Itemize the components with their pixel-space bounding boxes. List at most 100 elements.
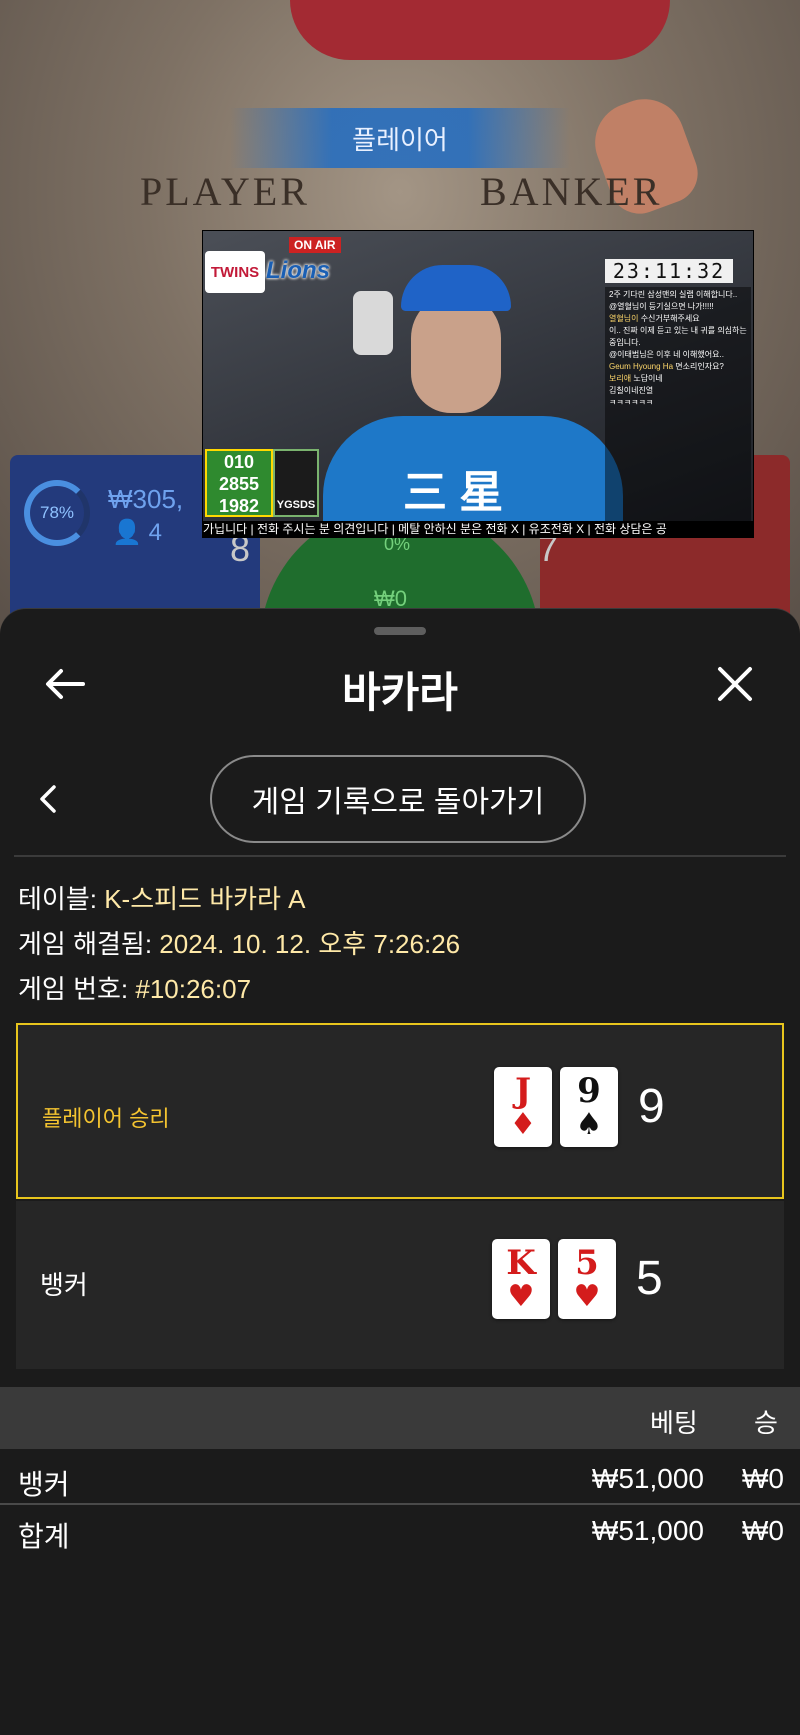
row-bet: ₩51,000 xyxy=(591,1463,704,1494)
player-count: 👤 4 xyxy=(112,518,162,547)
info-table-value: K-스피드 바카라 A xyxy=(104,884,306,914)
sheet-title: 바카라 xyxy=(342,668,458,716)
video-chat: 2주 기다린 삼성맨의 실랩 이해합니다.. @열혈님이 등기실으면 나가!!!… xyxy=(605,287,751,537)
card-rank: J xyxy=(514,1071,532,1111)
player-cards: J ♦ 9 ♠ xyxy=(494,1067,618,1147)
close-icon xyxy=(718,667,752,701)
felt-banker-text: BANKER xyxy=(480,169,663,214)
info-resolved: 게임 해결됨: 2024. 10. 12. 오후 7:26:26 xyxy=(18,924,460,961)
player-result-box: 플레이어 승리 J ♦ 9 ♠ 9 xyxy=(16,1023,784,1199)
playing-card: K ♥ xyxy=(492,1239,550,1319)
chat-line: 중입니다. xyxy=(609,337,747,349)
card-suit-icon: ♥ xyxy=(507,1279,535,1314)
player-percent-ring: 78% xyxy=(24,480,90,546)
banker-result-box: 뱅커 K ♥ 5 ♥ 5 xyxy=(16,1201,784,1369)
chevron-left-icon xyxy=(40,785,56,813)
chat-text: 이.. 진짜 이제 듣고 있는 내 귀를 의심하는 xyxy=(609,326,747,335)
chat-text: 중입니다. xyxy=(609,338,641,347)
info-number-label: 게임 번호: xyxy=(18,974,136,1004)
lions-logo: Lions xyxy=(266,257,330,284)
banker-score: 5 xyxy=(636,1252,663,1305)
dealer-figure xyxy=(290,0,670,60)
game-details-sheet: 바카라 게임 기록으로 돌아가기 테이블: K-스피드 바카라 A 게임 해결됨… xyxy=(0,608,800,1735)
back-to-history-button[interactable]: 게임 기록으로 돌아가기 xyxy=(210,755,586,843)
playing-card: 5 ♥ xyxy=(558,1239,616,1319)
chat-line: 이.. 진짜 이제 듣고 있는 내 귀를 의심하는 xyxy=(609,325,747,337)
row-win: ₩0 xyxy=(742,1463,784,1494)
info-game-number: 게임 번호: #10:26:07 xyxy=(18,969,251,1006)
info-table-label: 테이블: xyxy=(18,884,105,914)
back-button[interactable] xyxy=(40,659,90,709)
chat-text: 2주 기다린 삼성맨의 실랩 이해합니다.. xyxy=(609,290,738,299)
info-resolved-value: 2024. 10. 12. 오후 7:26:26 xyxy=(159,929,461,959)
felt-player-text: PLAYER xyxy=(140,169,310,214)
bets-table-header: 베팅 승 xyxy=(0,1387,800,1449)
twins-logo: TWINS xyxy=(205,251,265,293)
score-line: 1982 xyxy=(218,496,260,516)
column-header-win: 승 xyxy=(754,1408,778,1438)
table-total-row: 합계 ₩51,000 ₩0 xyxy=(0,1507,800,1557)
playing-card: J ♦ xyxy=(494,1067,552,1147)
banker-result-label: 뱅커 xyxy=(40,1270,88,1300)
chat-line: 보리애 노답이네 xyxy=(609,373,747,385)
column-header-bet: 베팅 xyxy=(650,1408,698,1438)
banker-cards: K ♥ 5 ♥ xyxy=(492,1239,616,1319)
user-icon: 👤 xyxy=(112,519,142,546)
player-banner: 플레이어 xyxy=(230,108,570,168)
player-percent: 78% xyxy=(39,503,75,522)
card-rank: 9 xyxy=(577,1071,601,1111)
chat-line: 김칠이네진열 xyxy=(609,385,747,397)
table-divider xyxy=(0,1503,800,1505)
chat-line: 열혈님이 수신거부해주세요 xyxy=(609,313,747,325)
chat-line: Geum Hyoung Ha 면소리인자요? xyxy=(609,361,747,373)
player-result-label: 플레이어 승리 xyxy=(42,1106,170,1131)
chat-text: 김칠이네진열 xyxy=(609,386,654,395)
host-head xyxy=(411,293,501,413)
jersey-text: 三 星 xyxy=(403,468,504,517)
player-count-value: 4 xyxy=(148,519,162,546)
info-table: 테이블: K-스피드 바카라 A xyxy=(18,879,306,916)
player-pool-amount: ₩305, xyxy=(108,484,184,514)
card-rank: 5 xyxy=(575,1243,599,1283)
chat-name: 보리애 xyxy=(609,374,632,383)
info-resolved-label: 게임 해결됨: xyxy=(18,929,160,959)
chat-text: ㅋㅋㅋㅋㅋㅋ xyxy=(609,398,654,407)
host-cap xyxy=(401,265,511,311)
score-line: 010 xyxy=(223,452,255,472)
chat-line: ㅋㅋㅋㅋㅋㅋ xyxy=(609,397,747,409)
close-button[interactable] xyxy=(710,659,760,709)
row-bet: ₩51,000 xyxy=(591,1515,704,1546)
chat-line: 2주 기다린 삼성맨의 실랩 이해합니다.. xyxy=(609,289,747,301)
score-line: 2855 xyxy=(218,474,260,494)
arrow-left-icon xyxy=(46,669,85,699)
video-clock: 23:11:32 xyxy=(605,259,733,283)
chat-line: @열혈님이 등기실으면 나가!!!!! xyxy=(609,301,747,313)
microphone xyxy=(353,291,393,355)
on-air-badge: ON AIR xyxy=(289,237,341,253)
chat-text: 수신거부해주세요 xyxy=(640,314,700,323)
card-suit-icon: ♠ xyxy=(575,1107,603,1142)
chat-name: Geum Hyoung Ha xyxy=(609,362,674,371)
chat-text: @이태범님은 이후 네 이해했어요.. xyxy=(609,350,724,359)
row-name: 뱅커 xyxy=(18,1469,70,1500)
video-score-box: 010 2855 1982 xyxy=(205,449,273,517)
row-name: 합계 xyxy=(18,1521,70,1552)
chat-line: @이태범님은 이후 네 이해했어요.. xyxy=(609,349,747,361)
player-banner-label: 플레이어 xyxy=(352,124,448,155)
player-score: 9 xyxy=(638,1080,665,1133)
ygsds-badge: YGSDS xyxy=(273,449,319,517)
video-ticker: 가닙니다 | 전화 주시는 분 의견입니다 | 메탈 안하신 분은 전화 X |… xyxy=(203,521,753,537)
chat-text: 노답이네 xyxy=(633,374,663,383)
card-suit-icon: ♥ xyxy=(573,1279,601,1314)
card-rank: K xyxy=(506,1243,536,1283)
playing-card: 9 ♠ xyxy=(560,1067,618,1147)
card-suit-icon: ♦ xyxy=(509,1107,537,1142)
divider xyxy=(14,855,786,857)
info-number-value: #10:26:07 xyxy=(135,974,252,1004)
history-back-chevron[interactable] xyxy=(30,777,66,821)
live-video-overlay[interactable]: 三 星 TWINS Lions ON AIR 23:11:32 2주 기다린 삼… xyxy=(202,230,754,538)
chat-text: @열혈님이 등기실으면 나가!!!!! xyxy=(609,302,714,311)
table-row: 뱅커 ₩51,000 ₩0 xyxy=(0,1455,800,1505)
chat-name: 열혈님이 xyxy=(609,314,639,323)
sheet-drag-handle[interactable] xyxy=(374,627,426,635)
